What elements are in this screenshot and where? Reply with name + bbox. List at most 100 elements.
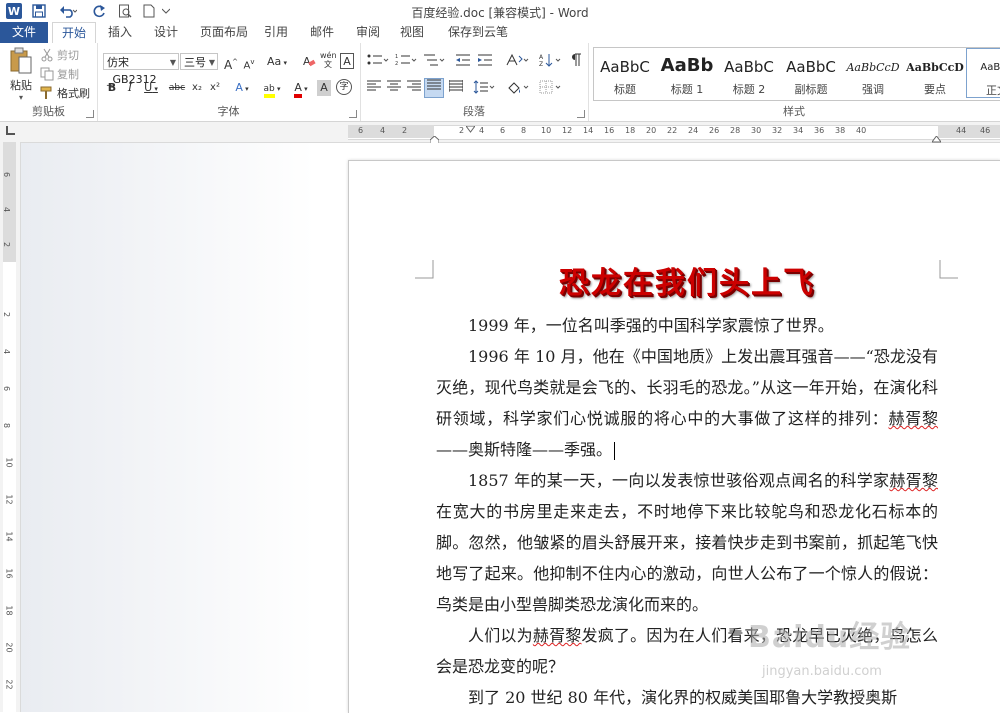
vertical-ruler[interactable]: 6 4 2 2 4 6 8 10 12 14 16 18 20 22	[0, 142, 21, 712]
tab-design[interactable]: 设计	[146, 22, 186, 43]
highlight-button[interactable]: ab ▾	[259, 80, 285, 98]
ruler-tick: 44	[956, 126, 967, 135]
spelling-flagged-word: 赫胥黎	[532, 626, 582, 645]
copy-button[interactable]: 复制	[40, 66, 79, 82]
ruler-tick: 6	[2, 385, 12, 392]
clear-formatting-icon[interactable]: A	[301, 54, 317, 70]
character-border-button[interactable]: A	[340, 53, 354, 69]
ruler-tick: 38	[835, 126, 846, 135]
chinese-layout-icon[interactable]	[504, 53, 530, 69]
paragraph-text: ——奥斯特隆——季强。	[436, 440, 613, 459]
change-case-button[interactable]: Aa ▾	[265, 54, 289, 70]
strikethrough-button[interactable]: abc	[167, 80, 187, 96]
spelling-flagged-word: 赫胥黎	[889, 471, 938, 490]
shading-icon[interactable]	[506, 80, 532, 96]
tab-selector-icon[interactable]	[6, 126, 15, 135]
ruler-tick: 22	[4, 679, 14, 690]
subscript-button[interactable]: x₂	[189, 80, 205, 96]
style-sample: AaBbCcD	[846, 61, 900, 74]
style-heading-1[interactable]: AaBb 标题 1	[656, 48, 718, 98]
watermark-brand: Baidu经验	[748, 620, 912, 655]
cut-label: 剪切	[57, 49, 79, 62]
cut-button[interactable]: 剪切	[40, 47, 79, 63]
ruler-tick: 30	[751, 126, 762, 135]
text-effects-button[interactable]: A ▾	[231, 80, 253, 96]
clipboard-dialog-launcher[interactable]	[86, 110, 94, 118]
line-spacing-icon[interactable]	[472, 80, 496, 96]
align-center-icon[interactable]	[386, 80, 402, 96]
enclose-characters-button[interactable]: 字	[336, 79, 352, 95]
character-shading-button[interactable]: A	[317, 80, 331, 96]
ruler-tick: 34	[793, 126, 804, 135]
font-color-button[interactable]: A ▾	[289, 80, 313, 98]
spelling-flagged-word: 赫胥黎	[888, 409, 938, 428]
paragraph-dialog-launcher[interactable]	[577, 110, 585, 118]
sort-icon[interactable]: AZ	[538, 53, 564, 69]
text-cursor	[614, 441, 616, 460]
font-name-combo[interactable]: 仿宋_GB2312 ▼	[103, 53, 179, 86]
italic-button[interactable]: I	[123, 80, 137, 96]
align-right-icon[interactable]	[406, 80, 422, 96]
tab-home[interactable]: 开始	[52, 22, 96, 44]
ruler-tick: 36	[814, 126, 825, 135]
borders-icon[interactable]	[538, 80, 564, 96]
style-emphasis[interactable]: AaBbCcD 强调	[842, 48, 904, 98]
style-name: 强调	[862, 83, 884, 96]
tab-insert[interactable]: 插入	[100, 22, 140, 43]
bold-button[interactable]: B	[105, 80, 119, 96]
paragraph: 1996 年 10 月，他在《中国地质》上发出震耳强音——“恐龙没有灭绝，现代鸟…	[436, 341, 938, 465]
ruler-tick: 24	[688, 126, 699, 135]
ruler-tick: 2	[2, 311, 12, 318]
first-line-indent-marker[interactable]	[465, 122, 476, 136]
grow-font-button[interactable]: A^	[223, 54, 239, 72]
change-case-glyph: Aa	[266, 55, 282, 68]
shrink-font-button[interactable]: Av	[241, 54, 257, 71]
bullets-icon[interactable]	[366, 53, 390, 69]
superscript-button[interactable]: x²	[207, 80, 223, 96]
style-strong[interactable]: AaBbCcD 要点	[904, 48, 966, 98]
font-group-label: 字体	[217, 105, 240, 118]
tab-references[interactable]: 引用	[258, 22, 294, 43]
multilevel-list-icon[interactable]	[422, 53, 446, 69]
show-formatting-marks-icon[interactable]	[568, 53, 584, 69]
tab-review[interactable]: 审阅	[350, 22, 386, 43]
ruler-tick: 2	[459, 126, 465, 135]
style-name: 副标题	[794, 83, 828, 96]
ruler-tick: 6	[2, 171, 12, 178]
underline-glyph: U	[144, 81, 153, 94]
phonetic-guide-button[interactable]: wén 文	[320, 51, 337, 69]
paragraph: 1857 年的某一天，一向以发表惊世骇俗观点闻名的科学家赫胥黎在宽大的书房里走来…	[436, 465, 938, 620]
ruler-tick: 26	[709, 126, 720, 135]
justify-icon[interactable]	[424, 78, 444, 98]
style-normal[interactable]: AaBbC 正文	[966, 48, 1000, 98]
increase-indent-icon[interactable]	[476, 53, 494, 69]
styles-gallery: AaBbC 标题 AaBb 标题 1 AaBbC 标题 2 AaBbC 副标题 …	[593, 47, 1000, 101]
ruler-tick: 14	[583, 126, 594, 135]
align-left-icon[interactable]	[366, 80, 382, 96]
style-subtitle[interactable]: AaBbC 副标题	[780, 48, 842, 98]
font-dialog-launcher[interactable]	[349, 110, 357, 118]
tab-view[interactable]: 视图	[394, 22, 430, 43]
style-title[interactable]: AaBbC 标题	[594, 48, 656, 98]
horizontal-ruler[interactable]: 6 4 2 2 4 6 8 10 12 14 16 18 20 22 24 26…	[0, 122, 1000, 145]
font-size-combo[interactable]: 三号 ▼	[180, 53, 218, 70]
paragraph-text: 人们以为	[468, 626, 533, 645]
numbering-icon[interactable]: 12	[394, 53, 418, 69]
format-painter-button[interactable]: 格式刷	[40, 85, 90, 101]
ruler-tick: 28	[730, 126, 741, 135]
chevron-down-icon: ▼	[208, 58, 215, 67]
highlight-glyph: ab	[263, 84, 275, 98]
tab-file[interactable]: 文件	[0, 22, 48, 43]
copy-label: 复制	[57, 68, 79, 81]
tab-page-layout[interactable]: 页面布局	[194, 22, 254, 43]
style-heading-2[interactable]: AaBbC 标题 2	[718, 48, 780, 98]
tab-mailings[interactable]: 邮件	[304, 22, 340, 43]
paste-button[interactable]: 粘贴 ▾	[6, 47, 36, 102]
ruler-tick: 22	[667, 126, 678, 135]
tab-save-to-cloud-notes[interactable]: 保存到云笔记	[440, 22, 516, 60]
distributed-icon[interactable]	[448, 80, 464, 96]
underline-button[interactable]: U ▾	[141, 80, 161, 96]
ruler-tick: 16	[4, 568, 14, 579]
decrease-indent-icon[interactable]	[454, 53, 472, 69]
ribbon-tabs: 文件 开始 插入 设计 页面布局 引用 邮件 审阅 视图 保存到云笔记	[0, 22, 1000, 60]
